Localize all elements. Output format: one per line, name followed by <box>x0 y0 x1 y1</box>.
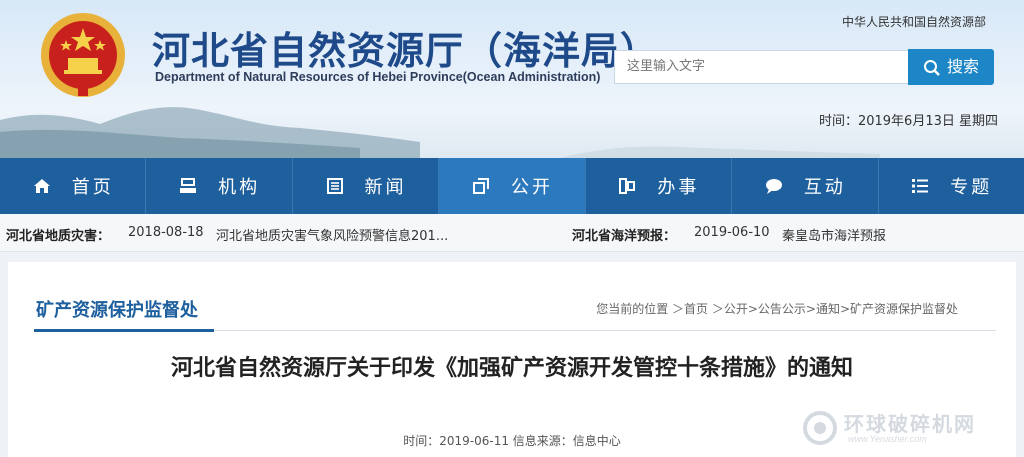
nav-service-label: 办事 <box>657 177 700 198</box>
ministry-link[interactable]: 中华人民共和国自然资源部 <box>842 13 986 30</box>
ticker-right-label: 河北省海洋预报： <box>572 229 677 244</box>
nav-interact[interactable]: 互动 <box>732 158 879 214</box>
watermark-logo-icon <box>803 411 837 445</box>
service-icon <box>619 178 636 194</box>
site-title-cn: 河北省自然资源厅（海洋局） <box>152 29 660 73</box>
org-icon <box>180 178 197 193</box>
nav-open[interactable]: 公开 <box>439 158 586 214</box>
section-divider-accent <box>34 329 214 332</box>
ticker-left-link[interactable]: 河北省地质灾害气象风险预警信息201... <box>216 225 448 244</box>
search-button-label: 搜索 <box>946 57 979 76</box>
ticker-right-date: 2019-06-10 <box>694 225 770 240</box>
ticker-left-label: 河北省地质灾害： <box>6 229 111 244</box>
national-emblem-icon <box>41 13 125 97</box>
home-icon <box>33 179 50 193</box>
content-card: 矿产资源保护监督处 您当前的位置 ＞首页 ＞公开>公告公示>通知>矿产资源保护监… <box>8 262 1016 457</box>
chat-icon <box>765 179 782 194</box>
breadcrumb[interactable]: 您当前的位置 ＞首页 ＞公开>公告公示>通知>矿产资源保护监督处 <box>596 300 958 317</box>
site-title-en: Department of Natural Resources of Hebei… <box>155 70 601 84</box>
open-icon <box>472 178 489 194</box>
watermark-text-cn: 环球破碎机网 <box>844 412 976 436</box>
watermark: 环球破碎机网 www.Yeruisher.com <box>802 408 1002 448</box>
news-icon <box>326 178 343 194</box>
ticker-right-link[interactable]: 秦皇岛市海洋预报 <box>782 225 886 244</box>
nav-news-label: 新闻 <box>364 177 407 198</box>
list-icon <box>912 179 929 193</box>
nav-topics[interactable]: 专题 <box>879 158 1024 214</box>
article-title: 河北省自然资源厅关于印发《加强矿产资源开发管控十条措施》的通知 <box>170 356 853 381</box>
main-nav: 首页 机构 新闻 公开 办事 互动 专题 <box>0 158 1024 214</box>
nav-org[interactable]: 机构 <box>146 158 293 214</box>
site-header: 河北省自然资源厅（海洋局） Department of Natural Reso… <box>0 0 1024 158</box>
nav-open-label: 公开 <box>510 177 553 198</box>
nav-home-label: 首页 <box>71 177 114 198</box>
search-input[interactable]: 这里输入文字 <box>614 50 910 84</box>
section-title: 矿产资源保护监督处 <box>36 300 198 321</box>
search-icon <box>923 59 940 76</box>
nav-service[interactable]: 办事 <box>586 158 733 214</box>
nav-home[interactable]: 首页 <box>0 158 147 214</box>
nav-interact-label: 互动 <box>803 177 846 198</box>
current-date: 时间：2019年6月13日 星期四 <box>818 114 998 129</box>
watermark-text-en: www.Yeruisher.com <box>848 434 927 444</box>
nav-news[interactable]: 新闻 <box>293 158 440 214</box>
news-ticker: 河北省地质灾害： 2018-08-18 河北省地质灾害气象风险预警信息201..… <box>0 214 1024 252</box>
nav-topics-label: 专题 <box>950 177 993 198</box>
search-button[interactable]: 搜索 <box>908 49 994 85</box>
ticker-left-date: 2018-08-18 <box>128 225 204 240</box>
nav-org-label: 机构 <box>218 177 261 198</box>
